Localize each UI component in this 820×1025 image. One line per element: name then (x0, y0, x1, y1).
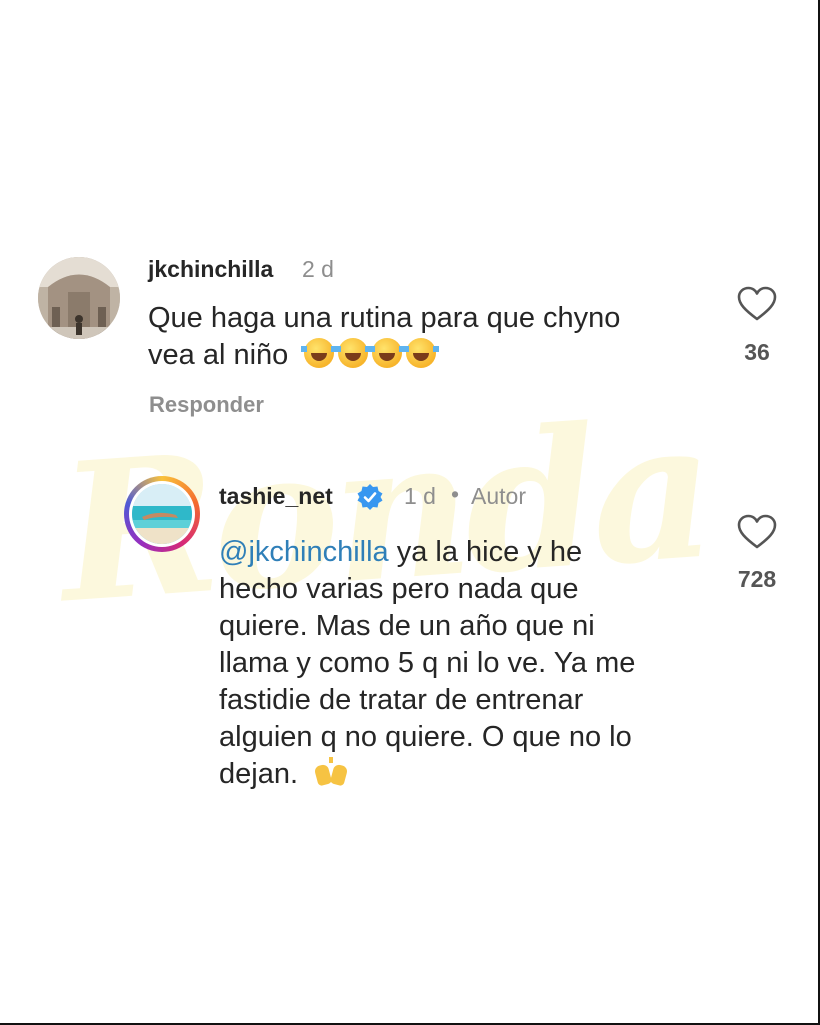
avatar-photo-icon (38, 257, 120, 339)
reply-text-line1: @jkchinchilla ya la hice y he (219, 534, 635, 571)
comment-text: Que haga una rutina para que chyno vea a… (148, 300, 620, 374)
raising-hands-icon (313, 757, 349, 787)
comment-username[interactable]: jkchinchilla (148, 256, 273, 283)
avatar-jkchinchilla[interactable] (38, 257, 120, 339)
like-heart-icon[interactable] (737, 514, 777, 550)
reply-text-line7-wrap: dejan. (219, 756, 635, 793)
comment-text-line2-wrap: vea al niño (148, 337, 620, 374)
comment-like-count: 36 (744, 339, 770, 365)
reply-text-line3: quiere. Mas de un año que ni (219, 610, 595, 642)
reply-time: 1 d (404, 483, 436, 509)
laughing-emoji-icon (301, 338, 440, 371)
reply-text: @jkchinchilla ya la hice y he hecho vari… (219, 534, 635, 793)
comment-text-line2: vea al niño (148, 339, 289, 371)
avatar-tashie-net[interactable] (129, 481, 195, 547)
comment-text-line1: Que haga una rutina para que chyno (148, 302, 621, 334)
like-heart-icon[interactable] (737, 286, 777, 322)
author-tag: Autor (471, 483, 526, 509)
separator-dot: • (451, 481, 460, 507)
reply-text-line5: fastidie de tratar de entrenar (219, 684, 584, 716)
verified-badge-icon (357, 484, 383, 510)
reply-like-count: 728 (737, 566, 777, 592)
reply-text-line4: llama y como 5 q ni lo ve. Ya me (219, 647, 636, 679)
reply-username[interactable]: tashie_net (219, 483, 333, 510)
avatar-photo-icon (132, 484, 192, 544)
reply-text-line2: hecho varias pero nada que (219, 573, 579, 605)
mention-link[interactable]: @jkchinchilla (219, 536, 389, 568)
comment-time: 2 d (302, 256, 334, 282)
reply-text-line6: alguien q no quiere. O que no lo (219, 721, 632, 753)
reply-text-line1-rest: ya la hice y he (388, 536, 583, 568)
reply-button[interactable]: Responder (149, 392, 264, 418)
reply-text-line7: dejan. (219, 758, 299, 790)
